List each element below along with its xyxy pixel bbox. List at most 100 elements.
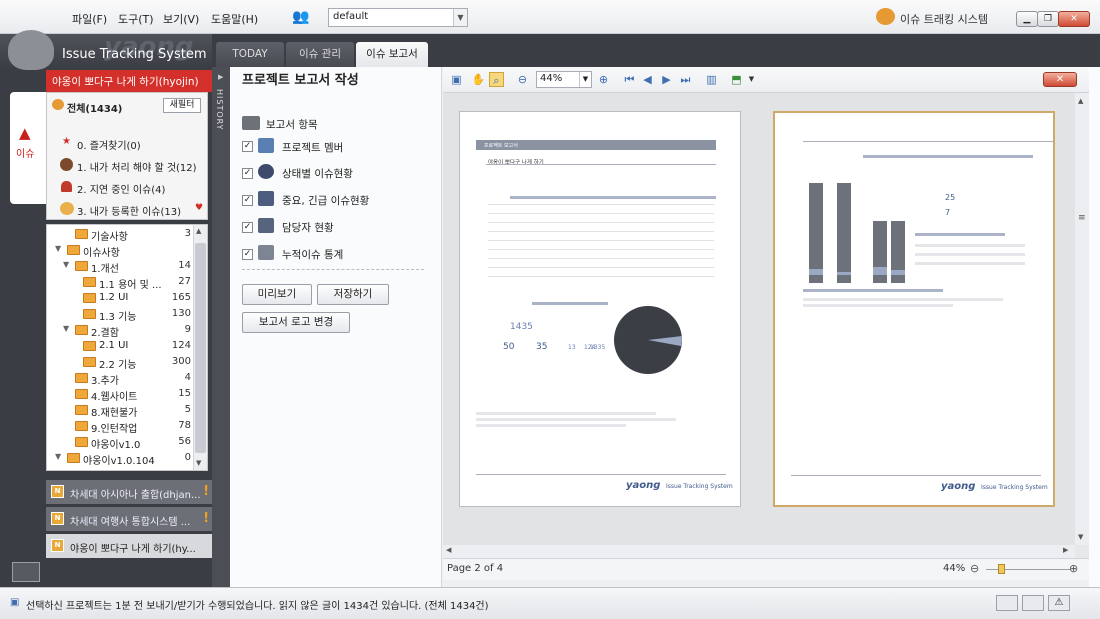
maximize-button[interactable]: ❐ bbox=[1037, 11, 1059, 27]
project-item-label: 차세대 아시아나 출합(dhjan... bbox=[70, 490, 201, 501]
tree-item[interactable]: ▼ 야옹이v1.0.104 0 bbox=[47, 451, 193, 467]
page-status: Page 2 of 4 bbox=[447, 563, 504, 574]
folder-icon bbox=[83, 357, 96, 367]
chevron-down-icon[interactable]: ▼ bbox=[744, 72, 759, 87]
scroll-right-icon[interactable]: ▶ bbox=[1063, 546, 1068, 554]
chart-bar-segment bbox=[873, 267, 887, 275]
tab-bar: TODAY 이슈 관리 이슈 보고서 bbox=[212, 34, 1100, 67]
first-page-icon[interactable]: ⏮ bbox=[622, 72, 637, 87]
folder-icon bbox=[83, 309, 96, 319]
history-strip[interactable]: ▶ HISTORY bbox=[212, 67, 230, 587]
tree-item[interactable]: ▼ 이슈사항 bbox=[47, 243, 193, 259]
summary-item-favorites[interactable]: 0. 즐겨찾기(0) bbox=[77, 137, 141, 152]
expand-icon[interactable]: ▼ bbox=[63, 260, 69, 269]
scroll-up-icon[interactable]: ▲ bbox=[1078, 97, 1083, 105]
tree-item[interactable]: 기술사항 3 bbox=[47, 227, 193, 243]
last-page-icon[interactable]: ⏭ bbox=[678, 72, 693, 87]
tree-item[interactable]: 4.웹사이트 15 bbox=[47, 387, 193, 403]
folder-icon bbox=[75, 421, 88, 431]
tree-item[interactable]: 야옹이v1.0 56 bbox=[47, 435, 193, 451]
two-page-icon[interactable]: ▥ bbox=[704, 72, 719, 87]
zoom-out-icon[interactable]: ⊖ bbox=[970, 562, 979, 575]
zoom-slider-thumb[interactable] bbox=[998, 564, 1005, 574]
zoom-in-icon[interactable]: ⊕ bbox=[1069, 562, 1078, 575]
layout-toggle-icon[interactable] bbox=[12, 562, 40, 582]
app-title: 이슈 트래킹 시스템 bbox=[900, 13, 988, 26]
menu-view[interactable]: 보기(V) bbox=[163, 11, 199, 27]
total-label[interactable]: 전체(1434) bbox=[67, 100, 122, 115]
table-row bbox=[488, 204, 714, 205]
menu-file[interactable]: 파일(F) bbox=[72, 11, 107, 27]
tree-item[interactable]: ▼ 2.결함 9 bbox=[47, 323, 193, 339]
tree-scroll-thumb[interactable] bbox=[195, 243, 206, 453]
viewer-vertical-scrollbar[interactable]: ▲ ≡ ▼ bbox=[1075, 93, 1089, 545]
zoom-in-icon[interactable]: ⊕ bbox=[596, 72, 611, 87]
project-item-travel[interactable]: N 차세대 여행사 통합시스템 ... ! bbox=[46, 507, 212, 531]
project-select[interactable]: default ▼ bbox=[328, 8, 468, 27]
tree-item-count: 0 bbox=[184, 452, 191, 463]
tree-item[interactable]: 2.2 기능 300 bbox=[47, 355, 193, 371]
save-button[interactable]: 저장하기 bbox=[317, 284, 389, 305]
expand-icon[interactable]: ▼ bbox=[55, 244, 61, 253]
scroll-down-icon[interactable]: ▼ bbox=[1078, 533, 1083, 541]
export-icon[interactable]: ⬒ bbox=[729, 72, 744, 87]
prev-page-icon[interactable]: ◀ bbox=[640, 72, 655, 87]
tree-item[interactable]: 8.재현불가 5 bbox=[47, 403, 193, 419]
save-document-icon[interactable]: ▣ bbox=[449, 72, 464, 87]
tree-item[interactable]: 1.3 기능 130 bbox=[47, 307, 193, 323]
tree-item[interactable]: 1.1 용어 및 ... 27 bbox=[47, 275, 193, 291]
viewer-horizontal-scrollbar[interactable]: ◀ ▶ bbox=[443, 545, 1075, 558]
scroll-up-icon[interactable]: ▲ bbox=[196, 227, 201, 235]
minimize-button[interactable]: ▁ bbox=[1016, 11, 1038, 27]
hand-tool-icon[interactable]: ✋ bbox=[471, 72, 486, 87]
chevron-down-icon[interactable]: ▼ bbox=[453, 9, 467, 26]
project-item-asiana[interactable]: N 차세대 아시아나 출합(dhjan... ! bbox=[46, 480, 212, 504]
checkbox-assignee[interactable]: ✓ bbox=[242, 222, 253, 233]
tree-item[interactable]: 2.1 UI 124 bbox=[47, 339, 193, 355]
summary-item-my-tasks[interactable]: 1. 내가 처리 해야 할 것(12) bbox=[77, 159, 197, 174]
tree-item[interactable]: 9.인턴작업 78 bbox=[47, 419, 193, 435]
menu-help[interactable]: 도움말(H) bbox=[211, 11, 258, 27]
alert-icon[interactable]: ⚠ bbox=[1048, 595, 1070, 611]
page2-kpi-0: 25 bbox=[945, 193, 956, 202]
zoom-tool-icon[interactable]: ⌕ bbox=[489, 72, 504, 87]
summary-item-registered[interactable]: 3. 내가 등록한 이슈(13) bbox=[77, 203, 181, 218]
summary-item-delayed[interactable]: 2. 지연 중인 이슈(4) bbox=[77, 181, 165, 196]
zoom-out-icon[interactable]: ⊖ bbox=[515, 72, 530, 87]
send-receive-icon[interactable] bbox=[996, 595, 1018, 611]
tree-item[interactable]: 3.추가 4 bbox=[47, 371, 193, 387]
option-assignee: 담당자 현황 bbox=[282, 222, 334, 234]
scroll-grip-icon[interactable]: ≡ bbox=[1078, 213, 1086, 223]
folder-icon bbox=[75, 405, 88, 415]
page1-member-table bbox=[488, 204, 714, 290]
checkbox-cumulative[interactable]: ✓ bbox=[242, 249, 253, 260]
scroll-left-icon[interactable]: ◀ bbox=[446, 546, 451, 554]
tree-item[interactable]: 1.2 UI 165 bbox=[47, 291, 193, 307]
checkbox-priority[interactable]: ✓ bbox=[242, 195, 253, 206]
table-row bbox=[488, 222, 714, 223]
scroll-down-icon[interactable]: ▼ bbox=[196, 459, 201, 467]
tab-issue-report[interactable]: 이슈 보고서 bbox=[356, 42, 428, 67]
expand-icon[interactable]: ▼ bbox=[63, 324, 69, 333]
tab-issue-management[interactable]: 이슈 관리 bbox=[286, 42, 354, 67]
new-filter-button[interactable]: 새필터 bbox=[163, 98, 201, 113]
chevron-down-icon[interactable]: ▼ bbox=[579, 72, 591, 87]
project-item-yaong[interactable]: N 야옹이 뽀다구 나게 하기(hy... bbox=[46, 534, 212, 558]
tree-scrollbar[interactable]: ▲ ▼ bbox=[193, 225, 207, 470]
sync-icon[interactable] bbox=[1022, 595, 1044, 611]
tree-item[interactable]: ▼ 1.개선 14 bbox=[47, 259, 193, 275]
checkbox-members[interactable]: ✓ bbox=[242, 141, 253, 152]
expand-icon[interactable]: ▶ bbox=[218, 73, 223, 81]
next-page-icon[interactable]: ▶ bbox=[659, 72, 674, 87]
current-project-header[interactable]: 야옹이 뽀다구 나게 하기(hyojin) bbox=[46, 70, 212, 92]
preview-button[interactable]: 미리보기 bbox=[242, 284, 312, 305]
close-viewer-button[interactable]: ✕ bbox=[1043, 72, 1077, 87]
close-window-button[interactable]: ✕ bbox=[1058, 11, 1090, 27]
checkbox-status[interactable]: ✓ bbox=[242, 168, 253, 179]
change-logo-button[interactable]: 보고서 로고 변경 bbox=[242, 312, 350, 333]
menu-tools[interactable]: 도구(T) bbox=[118, 11, 154, 27]
expand-icon[interactable]: ▼ bbox=[55, 452, 61, 461]
issue-tab[interactable]: ▲ 이슈 bbox=[10, 92, 46, 204]
tab-today[interactable]: TODAY bbox=[216, 42, 284, 67]
zoom-select[interactable]: 44% ▼ bbox=[536, 71, 592, 88]
